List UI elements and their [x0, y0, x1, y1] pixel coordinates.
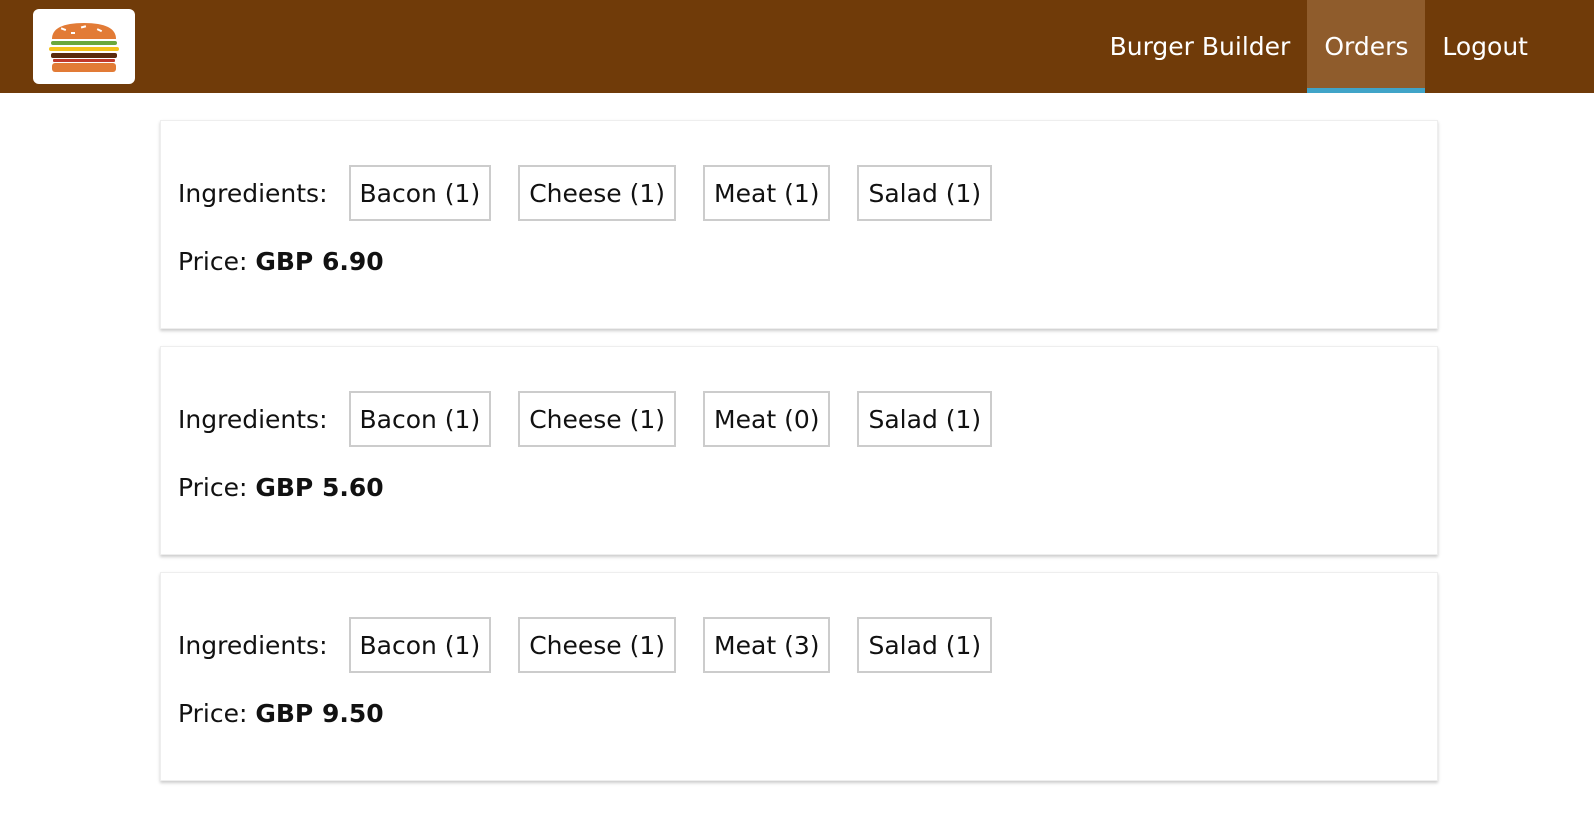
price-label: Price: [178, 473, 256, 502]
ingredient-chip-meat: Meat (1) [703, 165, 831, 221]
ingredient-chip-cheese: Cheese (1) [518, 617, 677, 673]
burger-logo-icon [49, 22, 119, 72]
ingredient-chip-cheese: Cheese (1) [518, 391, 677, 447]
price-row: Price: GBP 9.50 [178, 699, 1420, 728]
price-value: GBP 6.90 [255, 247, 384, 276]
order-card: Ingredients: Bacon (1) Cheese (1) Meat (… [160, 346, 1438, 555]
price-label: Price: [178, 247, 256, 276]
price-row: Price: GBP 5.60 [178, 473, 1420, 502]
ingredient-chip-salad: Salad (1) [857, 617, 993, 673]
logo[interactable] [33, 9, 135, 84]
ingredient-chip-salad: Salad (1) [857, 165, 993, 221]
price-row: Price: GBP 6.90 [178, 247, 1420, 276]
ingredients-label: Ingredients: [178, 178, 328, 208]
price-label: Price: [178, 699, 256, 728]
main-nav: Burger Builder Orders Logout [1093, 0, 1545, 93]
ingredient-chip-bacon: Bacon (1) [348, 617, 492, 673]
ingredients-row: Ingredients: Bacon (1) Cheese (1) Meat (… [178, 391, 1420, 447]
ingredient-chip-bacon: Bacon (1) [348, 165, 492, 221]
ingredient-chip-meat: Meat (0) [703, 391, 831, 447]
ingredients-row: Ingredients: Bacon (1) Cheese (1) Meat (… [178, 617, 1420, 673]
toolbar: Burger Builder Orders Logout [0, 0, 1594, 93]
price-value: GBP 5.60 [255, 473, 384, 502]
ingredients-label: Ingredients: [178, 630, 328, 660]
ingredients-label: Ingredients: [178, 404, 328, 434]
nav-logout[interactable]: Logout [1425, 0, 1545, 93]
nav-orders[interactable]: Orders [1307, 0, 1426, 93]
ingredient-chip-meat: Meat (3) [703, 617, 831, 673]
ingredient-chip-bacon: Bacon (1) [348, 391, 492, 447]
price-value: GBP 9.50 [255, 699, 384, 728]
orders-list: Ingredients: Bacon (1) Cheese (1) Meat (… [160, 120, 1438, 798]
ingredient-chip-cheese: Cheese (1) [518, 165, 677, 221]
ingredients-row: Ingredients: Bacon (1) Cheese (1) Meat (… [178, 165, 1420, 221]
order-card: Ingredients: Bacon (1) Cheese (1) Meat (… [160, 572, 1438, 781]
nav-burger-builder[interactable]: Burger Builder [1093, 0, 1308, 93]
order-card: Ingredients: Bacon (1) Cheese (1) Meat (… [160, 120, 1438, 329]
ingredient-chip-salad: Salad (1) [857, 391, 993, 447]
